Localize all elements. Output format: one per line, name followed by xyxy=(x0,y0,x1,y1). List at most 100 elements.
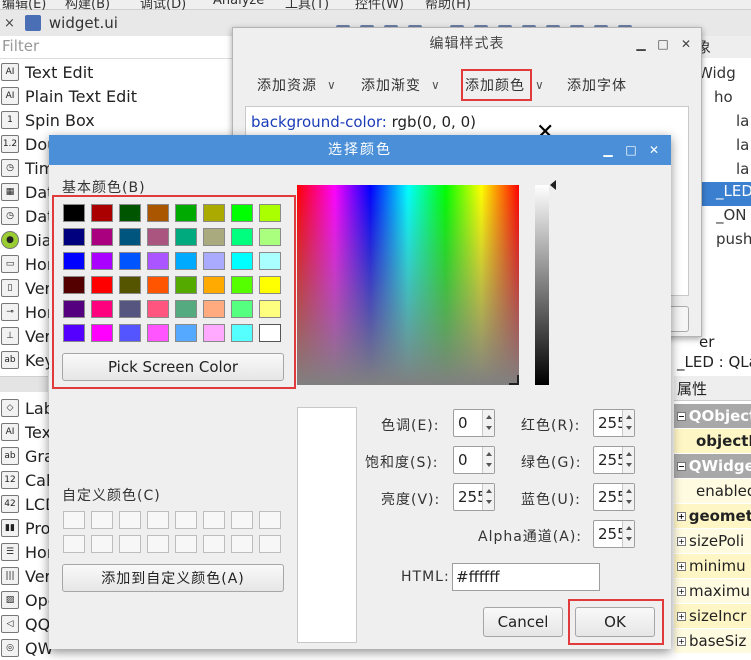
custom-color-swatch[interactable] xyxy=(231,511,253,529)
basic-color-swatch[interactable] xyxy=(175,276,197,294)
basic-color-swatch[interactable] xyxy=(175,252,197,270)
maximize-icon[interactable]: □ xyxy=(621,140,641,160)
spin-arrows-icon[interactable] xyxy=(482,447,494,473)
green-spinbox[interactable]: 255 xyxy=(593,446,635,474)
basic-color-swatch[interactable] xyxy=(147,300,169,318)
red-spinbox[interactable]: 255 xyxy=(593,409,635,437)
hue-spinbox[interactable]: 0 xyxy=(453,409,495,437)
property-maximumsize[interactable]: + maximu xyxy=(674,579,751,604)
add-resource-button[interactable]: 添加资源 ∨ xyxy=(257,70,337,100)
basic-color-swatch[interactable] xyxy=(231,228,253,246)
basic-color-swatch[interactable] xyxy=(63,204,85,222)
basic-color-swatch[interactable] xyxy=(147,204,169,222)
basic-color-swatch[interactable] xyxy=(91,276,113,294)
expand-icon[interactable]: + xyxy=(677,511,686,521)
basic-color-swatch[interactable] xyxy=(119,324,141,342)
close-icon[interactable]: ✕ xyxy=(644,140,664,160)
custom-color-swatch[interactable] xyxy=(91,535,113,553)
basic-color-swatch[interactable] xyxy=(231,204,253,222)
spin-arrows-icon[interactable] xyxy=(622,447,634,473)
widget-plain-text-edit[interactable]: AI Plain Text Edit xyxy=(0,84,232,108)
basic-color-swatch[interactable] xyxy=(259,252,281,270)
basic-color-swatch[interactable] xyxy=(63,324,85,342)
tree-row-label-3[interactable]: la xyxy=(736,160,751,184)
basic-color-swatch[interactable] xyxy=(147,324,169,342)
basic-color-swatch[interactable] xyxy=(91,204,113,222)
basic-color-swatch[interactable] xyxy=(63,252,85,270)
custom-color-swatch[interactable] xyxy=(259,511,281,529)
widget-spin-box[interactable]: 1 Spin Box xyxy=(0,108,232,132)
basic-color-swatch[interactable] xyxy=(175,204,197,222)
basic-color-swatch[interactable] xyxy=(119,204,141,222)
spin-arrows-icon[interactable] xyxy=(482,484,494,510)
widget-box-filter[interactable]: Filter xyxy=(0,37,232,59)
tree-row-label-2[interactable]: la xyxy=(736,136,751,160)
collapse-icon[interactable]: − xyxy=(677,461,686,471)
basic-color-swatch[interactable] xyxy=(259,300,281,318)
document-tab-widget-ui[interactable]: × widget.ui xyxy=(0,10,232,36)
cancel-button[interactable]: Cancel xyxy=(483,607,563,637)
add-to-custom-colors-button[interactable]: 添加到自定义颜色(A) xyxy=(62,564,284,592)
basic-color-swatch[interactable] xyxy=(259,276,281,294)
chevron-down-icon[interactable]: ∨ xyxy=(431,78,441,92)
maximize-icon[interactable]: □ xyxy=(653,34,673,54)
expand-icon[interactable]: + xyxy=(677,536,686,546)
basic-color-swatch[interactable] xyxy=(203,204,225,222)
custom-color-swatch[interactable] xyxy=(147,511,169,529)
collapse-icon[interactable]: − xyxy=(677,411,686,421)
basic-color-swatch[interactable] xyxy=(175,324,197,342)
custom-color-swatch[interactable] xyxy=(119,511,141,529)
basic-color-swatch[interactable] xyxy=(259,228,281,246)
spin-arrows-icon[interactable] xyxy=(622,484,634,510)
expand-icon[interactable]: + xyxy=(677,611,686,621)
saturation-spinbox[interactable]: 0 xyxy=(453,446,495,474)
basic-color-swatch[interactable] xyxy=(63,300,85,318)
basic-color-swatch[interactable] xyxy=(259,204,281,222)
tree-row-on[interactable]: _ON xyxy=(716,206,751,230)
custom-color-swatch[interactable] xyxy=(231,535,253,553)
custom-color-swatch[interactable] xyxy=(203,511,225,529)
close-icon[interactable]: ✕ xyxy=(676,34,696,54)
basic-color-swatch[interactable] xyxy=(175,228,197,246)
custom-color-swatch[interactable] xyxy=(91,511,113,529)
spectrum-crosshair-icon[interactable] xyxy=(509,375,519,385)
spin-arrows-icon[interactable] xyxy=(622,521,634,547)
basic-color-swatch[interactable] xyxy=(147,252,169,270)
property-group-qwidget[interactable]: − QWidge xyxy=(674,454,751,479)
minimize-icon[interactable]: ▁ xyxy=(598,140,618,160)
alpha-spinbox[interactable]: 255 xyxy=(593,520,635,548)
basic-color-swatch[interactable] xyxy=(203,276,225,294)
basic-color-swatch[interactable] xyxy=(259,324,281,342)
property-basesize[interactable]: + baseSiz xyxy=(674,629,751,654)
luminance-slider[interactable] xyxy=(535,185,549,385)
widget-box-category-display[interactable] xyxy=(0,376,48,392)
basic-color-swatch[interactable] xyxy=(175,300,197,318)
property-objectname[interactable]: objectN xyxy=(674,429,751,454)
basic-color-swatch[interactable] xyxy=(231,252,253,270)
basic-color-swatch[interactable] xyxy=(63,276,85,294)
close-tab-icon[interactable]: × xyxy=(4,16,15,31)
custom-color-swatch[interactable] xyxy=(259,535,281,553)
basic-color-swatch[interactable] xyxy=(203,228,225,246)
chevron-down-icon[interactable]: ∨ xyxy=(327,78,337,92)
property-group-qobject[interactable]: − QObject xyxy=(674,404,751,429)
basic-color-swatch[interactable] xyxy=(91,324,113,342)
custom-color-swatch[interactable] xyxy=(63,535,85,553)
expand-icon[interactable]: + xyxy=(677,636,686,646)
property-geometry[interactable]: + geomet xyxy=(674,504,751,529)
minimize-icon[interactable]: ▁ xyxy=(631,34,651,54)
basic-color-swatch[interactable] xyxy=(63,228,85,246)
tree-row-widget[interactable]: Widg xyxy=(698,64,751,88)
basic-color-swatch[interactable] xyxy=(119,228,141,246)
html-color-input[interactable]: #ffffff xyxy=(452,563,600,591)
basic-color-swatch[interactable] xyxy=(231,300,253,318)
tree-row-label-1[interactable]: la xyxy=(736,112,751,136)
add-gradient-button[interactable]: 添加渐变 ∨ xyxy=(361,70,441,100)
tree-row-push-button[interactable]: push xyxy=(716,230,751,254)
basic-color-swatch[interactable] xyxy=(91,300,113,318)
widget-text-edit[interactable]: AI Text Edit xyxy=(0,60,232,84)
custom-color-swatch[interactable] xyxy=(175,511,197,529)
color-spectrum-picker[interactable] xyxy=(297,185,519,385)
basic-color-swatch[interactable] xyxy=(119,252,141,270)
custom-color-swatch[interactable] xyxy=(63,511,85,529)
